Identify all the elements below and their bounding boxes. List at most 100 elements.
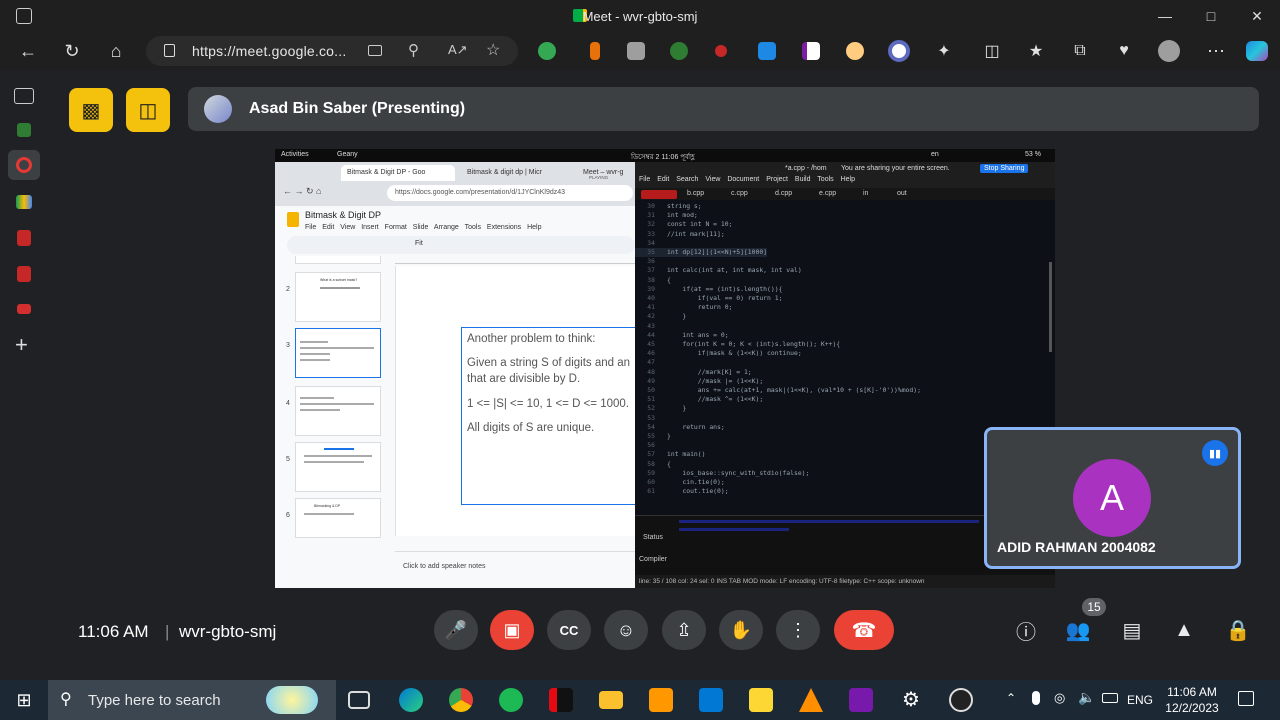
code-line[interactable]: 37 int calc(int at, int mask, int val) <box>635 266 801 275</box>
code-line[interactable]: 38 { <box>635 276 671 285</box>
code-line[interactable]: 59 ios_base::sync_with_stdio(false); <box>635 469 809 478</box>
reactions-button[interactable]: ☺ <box>604 610 648 650</box>
people-icon[interactable]: 👥 <box>1064 618 1092 642</box>
geany-menu[interactable]: File Edit Search View Document Project B… <box>639 176 855 183</box>
home-button[interactable]: ⌂ <box>102 37 130 65</box>
code-line[interactable]: 58 { <box>635 460 671 469</box>
slide-thumb-3[interactable] <box>295 328 381 378</box>
maximize-button[interactable]: □ <box>1188 0 1234 32</box>
sidebar-pdf-icon-2[interactable] <box>17 266 31 282</box>
inner-tab-2[interactable]: Bitmask & digit dp | Micr <box>461 165 561 181</box>
code-line[interactable]: 48 //mark[K] = 1; <box>635 368 751 377</box>
code-line[interactable]: 41 return 0; <box>635 303 732 312</box>
thumb-top-partial[interactable] <box>295 256 381 264</box>
code-line[interactable]: 57 int main() <box>635 450 705 459</box>
geany-tab-out[interactable]: out <box>897 190 907 197</box>
geany-tab-d[interactable]: d.cpp <box>775 190 792 197</box>
code-line[interactable]: 54 return ans; <box>635 423 724 432</box>
edge-taskbar-icon[interactable] <box>399 688 423 712</box>
minimize-button[interactable]: — <box>1142 0 1188 32</box>
geany-tab-e[interactable]: e.cpp <box>819 190 836 197</box>
sidebar-record-icon[interactable] <box>8 150 40 180</box>
code-line[interactable]: 42 } <box>635 312 686 321</box>
code-line[interactable]: 35 int dp[12][(1<<N)+5][1000] <box>635 248 768 258</box>
extension-green-icon[interactable] <box>538 42 556 60</box>
participant-tile[interactable]: ▮▮ A ADID RAHMAN 2004082 <box>984 427 1241 569</box>
onenote-taskbar-icon[interactable] <box>849 688 873 712</box>
geany-tab-active[interactable] <box>641 190 677 199</box>
geany-tab-in[interactable]: in <box>863 190 868 197</box>
code-line[interactable]: 33 //int mark[11]; <box>635 230 724 239</box>
inner-tab-1[interactable]: Bitmask & Digit DP - Goo <box>341 165 455 181</box>
extension-chart-icon[interactable] <box>802 42 820 60</box>
status-tab[interactable]: Status <box>643 534 663 541</box>
chrome-taskbar-icon[interactable] <box>449 688 473 712</box>
code-line[interactable]: 61 cout.tie(0); <box>635 487 728 496</box>
back-button[interactable]: ← <box>14 37 42 65</box>
more-options-button[interactable]: ⋮ <box>776 610 820 650</box>
split-screen-icon[interactable]: ◫ <box>978 37 1006 65</box>
code-line[interactable]: 44 int ans = 0; <box>635 331 728 340</box>
host-controls-icon[interactable]: 🔒 <box>1224 618 1252 642</box>
slide-thumb-6[interactable]: Bitmasking & DP <box>295 498 381 538</box>
sidebar-drive-icon[interactable] <box>16 195 32 209</box>
sticky-notes-icon[interactable] <box>749 688 773 712</box>
favorite-star-icon[interactable]: ☆ <box>486 40 500 60</box>
stop-sharing-button[interactable]: Stop Sharing <box>980 164 1029 173</box>
code-line[interactable]: 40 if(val == 0) return 1; <box>635 294 782 303</box>
tray-expand-icon[interactable]: ⌃ <box>1006 691 1016 705</box>
code-line[interactable]: 34 <box>635 239 667 248</box>
sidebar-add-icon[interactable]: + <box>15 332 28 358</box>
read-aloud-icon[interactable]: A↗ <box>448 42 468 58</box>
geany-tab-c[interactable]: c.cpp <box>731 190 748 197</box>
refresh-button[interactable]: ↻ <box>58 37 86 65</box>
sidebar-youtube-icon[interactable] <box>17 304 31 314</box>
volume-tray-icon[interactable]: 🔈 <box>1078 689 1095 706</box>
wifi-tray-icon[interactable]: ◎ <box>1054 690 1065 706</box>
end-call-button[interactable]: ☎ <box>834 610 894 650</box>
microphone-button[interactable]: 🎤 <box>434 610 478 650</box>
meeting-details-icon[interactable]: ⓘ <box>1012 618 1040 644</box>
hide-self-view-button[interactable]: ▩ <box>69 88 113 132</box>
sidebar-tabs-icon[interactable] <box>14 88 34 104</box>
speaker-notes[interactable]: Click to add speaker notes <box>403 563 486 570</box>
copilot-icon[interactable] <box>1246 41 1268 61</box>
code-line[interactable]: 56 <box>635 441 667 450</box>
file-explorer-icon[interactable] <box>599 691 623 709</box>
code-line[interactable]: 45 for(int K = 0; K < (int)s.length(); K… <box>635 340 840 349</box>
camera-blocked-icon[interactable] <box>368 45 382 56</box>
present-button[interactable]: ⇫ <box>662 610 706 650</box>
collections-icon[interactable]: ⧉ <box>1066 37 1094 65</box>
sidebar-pdf-icon[interactable] <box>17 230 31 246</box>
code-line[interactable]: 46 if(mask & (1<<K)) continue; <box>635 349 801 358</box>
captions-button[interactable]: CC <box>547 610 591 650</box>
raise-hand-button[interactable]: ✋ <box>719 610 763 650</box>
code-line[interactable]: 51 //mask ^= (1<<K); <box>635 395 763 404</box>
close-button[interactable]: ✕ <box>1234 0 1280 32</box>
vlc-taskbar-icon[interactable] <box>799 688 823 712</box>
taskbar-clock[interactable]: 11:06 AM 12/2/2023 <box>1160 684 1224 716</box>
slide-thumb-4[interactable] <box>295 386 381 436</box>
sublime-taskbar-icon[interactable] <box>649 688 673 712</box>
layout-button[interactable]: ◫ <box>126 88 170 132</box>
code-line[interactable]: 55} <box>635 432 671 441</box>
code-line[interactable]: 39 if(at == (int)s.length()){ <box>635 285 782 294</box>
slides-toolbar[interactable]: Fit <box>287 236 635 254</box>
code-line[interactable]: 43 <box>635 322 667 331</box>
code-line[interactable]: 50 ans += calc(at+1, mask|(1<<K), (val*1… <box>635 386 921 395</box>
lock-icon[interactable] <box>164 44 175 57</box>
code-line[interactable]: 52 } <box>635 404 686 413</box>
camera-off-button[interactable]: ▣ <box>490 610 534 650</box>
settings-taskbar-icon[interactable]: ⚙ <box>899 688 923 712</box>
address-bar[interactable]: https://meet.google.co... ⚲ A↗ ☆ <box>146 36 518 66</box>
code-line[interactable]: 60 cin.tie(0); <box>635 478 724 487</box>
more-menu-icon[interactable]: ⋯ <box>1202 37 1230 65</box>
compiler-tab[interactable]: Compiler <box>639 556 667 563</box>
extension-red-icon[interactable] <box>715 45 727 57</box>
slide-thumb-5[interactable] <box>295 442 381 492</box>
extension-face-icon[interactable] <box>846 42 864 60</box>
code-line[interactable]: 32 const int N = 10; <box>635 220 732 229</box>
task-view-icon[interactable] <box>348 691 370 709</box>
code-line[interactable]: 53 <box>635 414 667 423</box>
code-line[interactable]: 49 //mask |= (1<<K); <box>635 377 763 386</box>
